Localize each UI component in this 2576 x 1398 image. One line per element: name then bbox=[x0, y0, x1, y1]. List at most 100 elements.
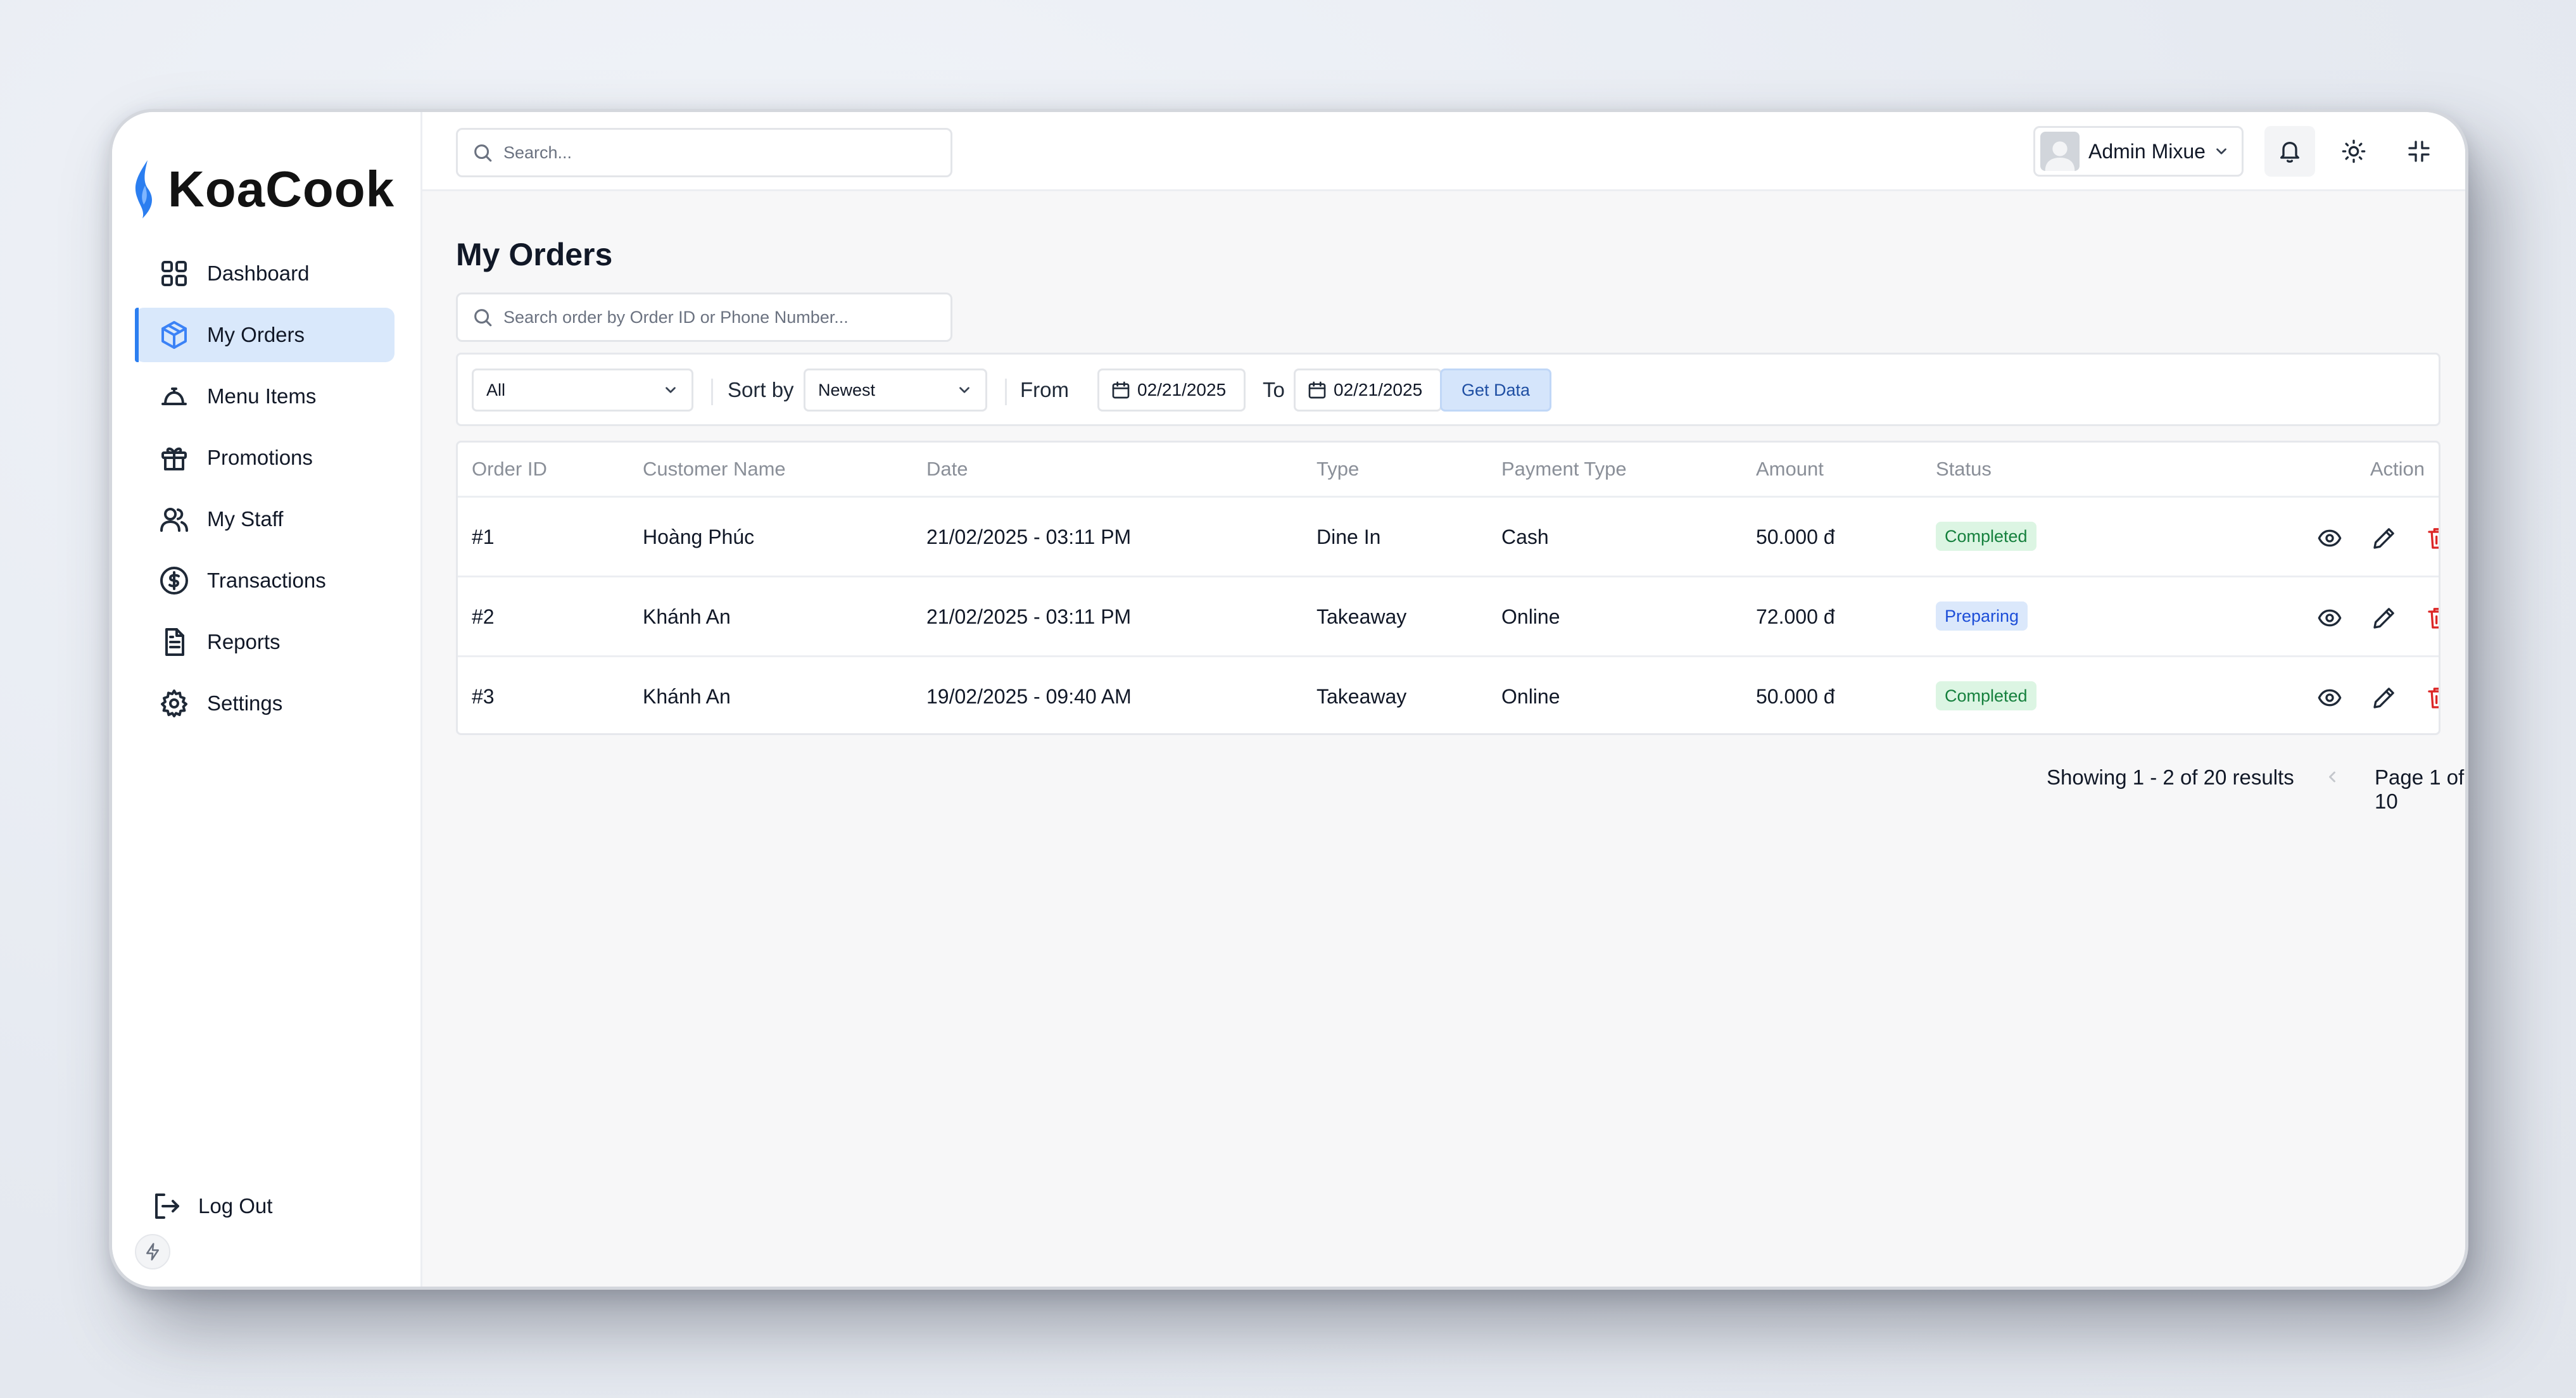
logout-button[interactable]: Log Out bbox=[151, 1191, 272, 1221]
sidebar-item-label: My Staff bbox=[207, 507, 284, 531]
from-date-picker[interactable]: 02/21/2025 bbox=[1097, 368, 1246, 412]
search-icon bbox=[474, 144, 492, 162]
order-amount: 50.000 đ bbox=[1756, 526, 1835, 548]
avatar bbox=[2040, 132, 2080, 171]
logout-icon bbox=[155, 1193, 179, 1219]
order-date: 19/02/2025 - 09:40 AM bbox=[926, 685, 1132, 708]
sidebar-item-label: Menu Items bbox=[207, 384, 317, 408]
view-order-button[interactable] bbox=[2314, 683, 2345, 713]
sun-icon bbox=[2342, 139, 2366, 163]
edit-order-button[interactable] bbox=[2369, 603, 2399, 633]
get-data-button[interactable]: Get Data bbox=[1440, 368, 1551, 412]
table-row[interactable]: #3 Khánh An 19/02/2025 - 09:40 AM Takeaw… bbox=[458, 657, 2439, 733]
table-row[interactable]: #1 Hoàng Phúc 21/02/2025 - 03:11 PM Dine… bbox=[458, 498, 2439, 577]
status-badge: Completed bbox=[1936, 681, 2036, 710]
lightning-icon bbox=[146, 1243, 159, 1261]
sidebar-item-menu-items[interactable]: Menu Items bbox=[135, 369, 395, 424]
view-order-button[interactable] bbox=[2314, 603, 2345, 633]
chevron-down-icon bbox=[666, 387, 676, 393]
global-search[interactable] bbox=[456, 128, 952, 177]
flame-icon bbox=[135, 160, 152, 218]
payment-type: Cash bbox=[1501, 526, 1549, 548]
order-search[interactable] bbox=[456, 293, 952, 342]
sidebar-item-dashboard[interactable]: Dashboard bbox=[135, 246, 395, 301]
sidebar-item-label: Reports bbox=[207, 630, 281, 653]
column-header-payment-type[interactable]: Payment Type bbox=[1501, 458, 1627, 481]
notifications-button[interactable] bbox=[2264, 126, 2315, 177]
column-header-amount[interactable]: Amount bbox=[1756, 458, 1824, 481]
logout-label: Log Out bbox=[198, 1194, 273, 1218]
sidebar-item-my-orders[interactable]: My Orders bbox=[135, 308, 395, 362]
sidebar-item-my-staff[interactable]: My Staff bbox=[135, 492, 395, 546]
cloche-icon bbox=[161, 387, 187, 405]
to-date-picker[interactable]: 02/21/2025 bbox=[1294, 368, 1442, 412]
sidebar-item-reports[interactable]: Reports bbox=[135, 615, 395, 669]
main-content: Admin Mixue My Orders bbox=[422, 112, 2465, 1287]
sidebar-item-promotions[interactable]: Promotions bbox=[135, 431, 395, 485]
column-header-status[interactable]: Status bbox=[1936, 458, 1992, 481]
order-amount: 72.000 đ bbox=[1756, 605, 1835, 628]
users-icon bbox=[160, 508, 188, 532]
customer-name: Khánh An bbox=[643, 605, 731, 628]
order-id: #1 bbox=[472, 526, 495, 548]
chevron-down-icon bbox=[2216, 148, 2226, 154]
exit-fullscreen-button[interactable] bbox=[2394, 126, 2444, 177]
calendar-icon bbox=[1308, 381, 1326, 399]
order-type: Dine In bbox=[1316, 526, 1381, 548]
pencil-icon bbox=[2373, 608, 2394, 629]
edit-order-button[interactable] bbox=[2369, 523, 2399, 553]
status-badge: Completed bbox=[1936, 522, 2036, 551]
sort-value: Newest bbox=[818, 380, 876, 400]
pencil-icon bbox=[2373, 688, 2394, 708]
page-indicator: Page 1 of 10 bbox=[2375, 765, 2465, 813]
app-window: KoaCook Dashboard My Orders Menu Items P… bbox=[109, 109, 2468, 1290]
order-date: 21/02/2025 - 03:11 PM bbox=[926, 526, 1132, 548]
chevron-down-icon bbox=[959, 387, 969, 393]
delete-order-button[interactable] bbox=[2423, 523, 2439, 553]
quick-action-button[interactable] bbox=[135, 1234, 170, 1269]
from-label: From bbox=[1020, 378, 1069, 401]
table-header: Order ID Customer Name Date Type Payment… bbox=[458, 443, 2439, 498]
page-title: My Orders bbox=[456, 237, 613, 272]
brand-logo[interactable]: KoaCook bbox=[130, 158, 395, 221]
gear-icon bbox=[161, 690, 187, 717]
user-menu[interactable]: Admin Mixue bbox=[2033, 126, 2244, 177]
eye-icon bbox=[2318, 609, 2342, 627]
edit-order-button[interactable] bbox=[2369, 683, 2399, 713]
results-count: Showing 1 - 2 of 20 results bbox=[2047, 765, 2294, 789]
column-header-date[interactable]: Date bbox=[926, 458, 968, 481]
divider bbox=[711, 379, 713, 405]
status-badge: Preparing bbox=[1936, 601, 2028, 631]
divider bbox=[1005, 379, 1007, 405]
column-header-action: Action bbox=[2370, 458, 2425, 480]
theme-toggle-button[interactable] bbox=[2328, 126, 2379, 177]
sidebar-item-settings[interactable]: Settings bbox=[135, 676, 395, 731]
sort-select[interactable]: Newest bbox=[804, 368, 987, 412]
order-id: #2 bbox=[472, 605, 495, 628]
global-search-input[interactable] bbox=[503, 142, 934, 163]
sidebar-nav: Dashboard My Orders Menu Items Promotion… bbox=[135, 246, 395, 738]
user-name: Admin Mixue bbox=[2088, 139, 2206, 163]
table-row[interactable]: #2 Khánh An 21/02/2025 - 03:11 PM Takeaw… bbox=[458, 577, 2439, 657]
delete-order-button[interactable] bbox=[2423, 683, 2439, 713]
column-header-type[interactable]: Type bbox=[1316, 458, 1359, 481]
column-header-customer-name[interactable]: Customer Name bbox=[643, 458, 786, 481]
trash-icon bbox=[2428, 608, 2439, 629]
pagination: Showing 1 - 2 of 20 results Page 1 of 10 bbox=[422, 757, 2465, 813]
column-header-order-id[interactable]: Order ID bbox=[472, 458, 547, 481]
gift-icon bbox=[161, 447, 187, 470]
bell-icon bbox=[2280, 142, 2299, 163]
status-filter-value: All bbox=[486, 380, 506, 400]
status-filter-select[interactable]: All bbox=[472, 368, 693, 412]
trash-icon bbox=[2428, 688, 2439, 708]
order-search-input[interactable] bbox=[503, 307, 934, 327]
search-icon bbox=[474, 309, 492, 327]
previous-page-button[interactable] bbox=[2318, 763, 2346, 791]
eye-icon bbox=[2318, 529, 2342, 547]
dollar-circle-icon bbox=[160, 567, 188, 595]
order-type: Takeaway bbox=[1316, 685, 1407, 708]
sidebar-item-label: Dashboard bbox=[207, 261, 310, 285]
delete-order-button[interactable] bbox=[2423, 603, 2439, 633]
view-order-button[interactable] bbox=[2314, 523, 2345, 553]
sidebar-item-transactions[interactable]: Transactions bbox=[135, 553, 395, 608]
